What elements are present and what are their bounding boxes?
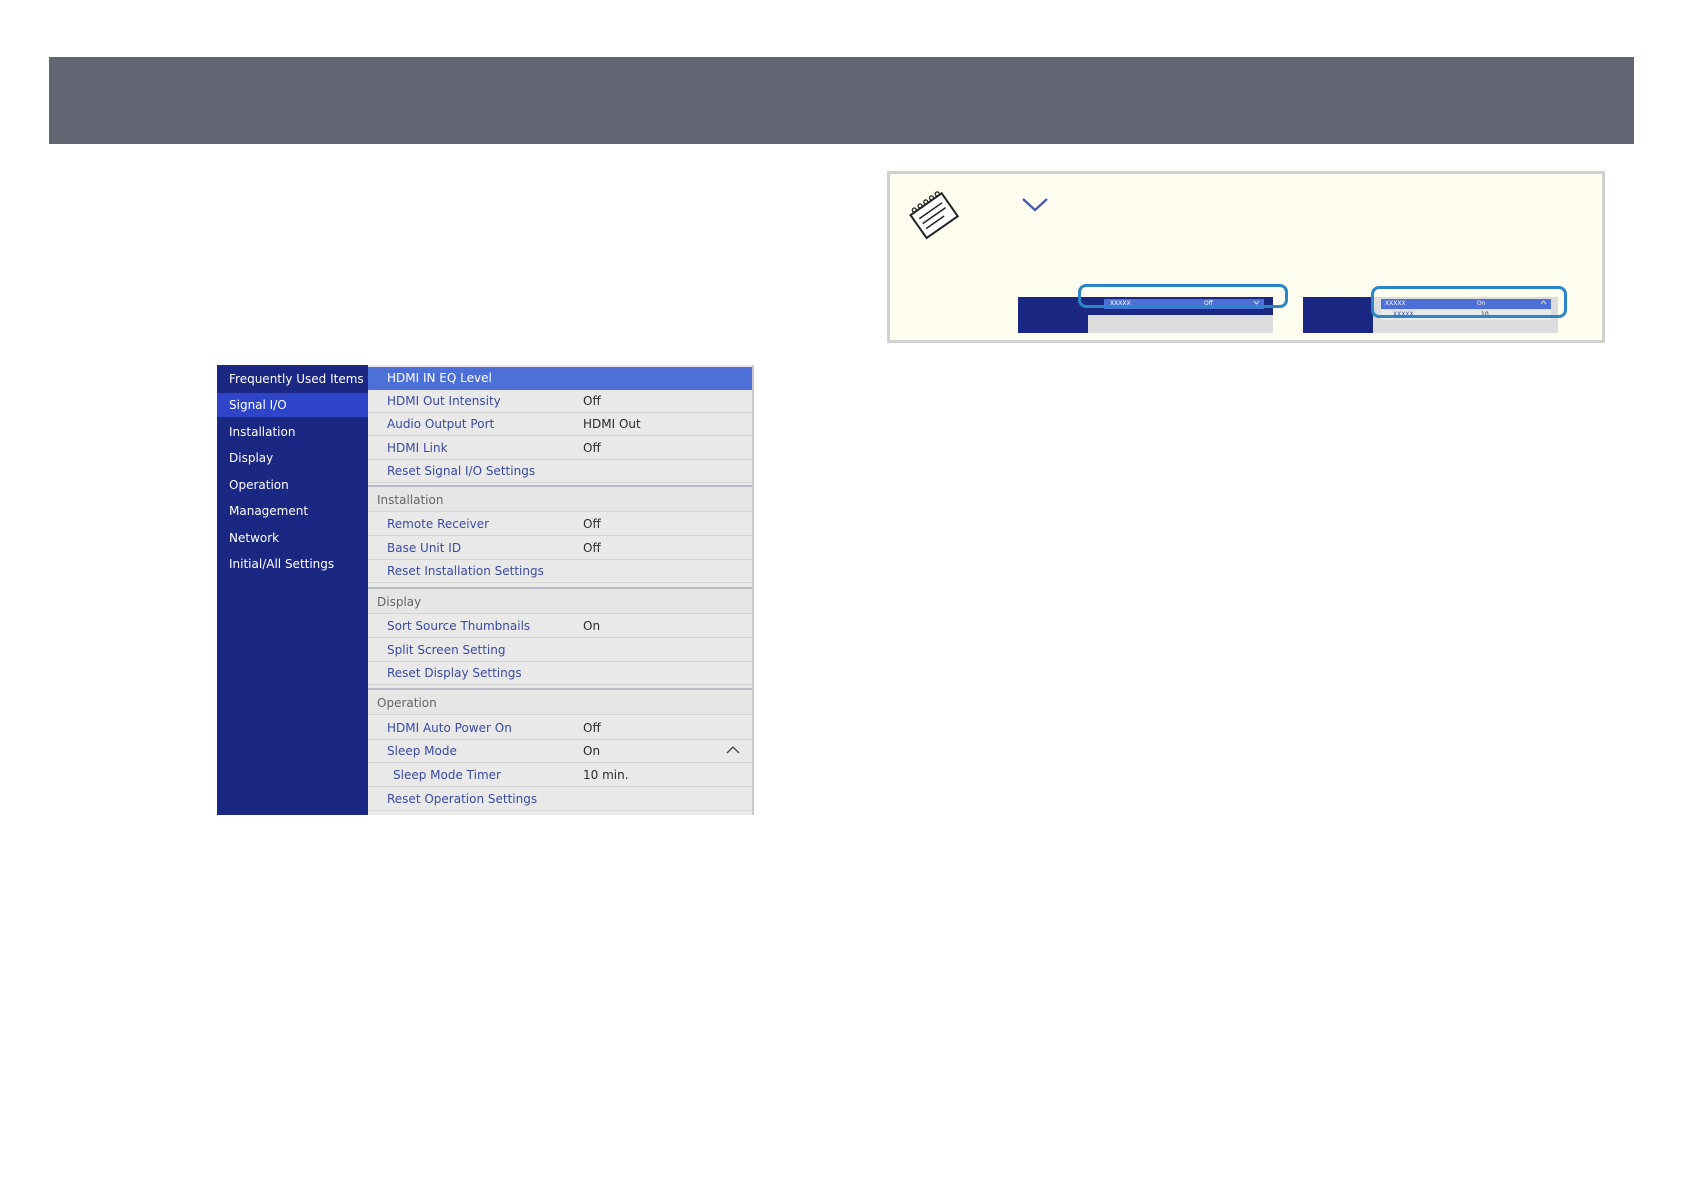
highlight-ring	[1371, 286, 1567, 318]
menu-row-value: Off	[583, 441, 601, 455]
sidebar-item-network[interactable]: Network	[217, 526, 368, 550]
menu-row-value: HDMI Out	[583, 417, 641, 431]
menu-row-value: 10 min.	[583, 768, 629, 782]
sidebar-item-management[interactable]: Management	[217, 499, 368, 523]
menu-row-hdmi-link[interactable]: HDMI Link Off	[368, 437, 752, 460]
menu-row-base-unit-id[interactable]: Base Unit ID Off	[368, 537, 752, 560]
sidebar-item-signal-io[interactable]: Signal I/O	[217, 393, 368, 417]
menu-row-sleep-mode-timer[interactable]: Sleep Mode Timer 10 min.	[368, 764, 752, 787]
section-header-installation: Installation	[368, 485, 752, 512]
menu-row-label: HDMI Link	[387, 441, 448, 455]
note-box: XXXXX Off XXXXX On XXXXX 10	[887, 171, 1605, 343]
menu-row-split-screen-setting[interactable]: Split Screen Setting	[368, 639, 752, 662]
highlight-ring	[1078, 284, 1288, 308]
menu-row-value: Off	[583, 721, 601, 735]
menu-row-reset-display[interactable]: Reset Display Settings	[368, 662, 752, 685]
menu-row-reset-installation[interactable]: Reset Installation Settings	[368, 560, 752, 583]
menu-row-label: Reset Operation Settings	[387, 792, 538, 806]
memo-pad-icon	[904, 188, 962, 244]
menu-row-label: Base Unit ID	[387, 541, 462, 555]
menu-row-label: Split Screen Setting	[387, 643, 506, 657]
menu-row-reset-signal-io[interactable]: Reset Signal I/O Settings	[368, 460, 752, 483]
menu-row-value: Off	[583, 517, 601, 531]
sidebar-item-installation[interactable]: Installation	[217, 420, 368, 444]
menu-row-remote-receiver[interactable]: Remote Receiver Off	[368, 513, 752, 536]
menu-row-label: HDMI Out Intensity	[387, 394, 501, 408]
menu-row-hdmi-auto-power-on[interactable]: HDMI Auto Power On Off	[368, 717, 752, 740]
section-header-display: Display	[368, 587, 752, 614]
chevron-down-icon	[1020, 196, 1050, 218]
menu-row-label: Sleep Mode	[387, 744, 457, 758]
menu-row-label: Sort Source Thumbnails	[387, 619, 531, 633]
menu-row-reset-operation[interactable]: Reset Operation Settings	[368, 788, 752, 811]
menu-row-hdmi-out-intensity[interactable]: HDMI Out Intensity Off	[368, 390, 752, 413]
menu-main-panel: HDMI IN EQ Level HDMI Out Intensity Off …	[368, 365, 754, 815]
menu-row-label: Reset Signal I/O Settings	[387, 464, 536, 478]
menu-row-value: On	[583, 619, 601, 633]
chevron-up-icon[interactable]	[726, 740, 740, 763]
section-header-operation: Operation	[368, 688, 752, 715]
thumb-sidebar	[1303, 297, 1373, 333]
menu-row-sort-source-thumbnails[interactable]: Sort Source Thumbnails On	[368, 615, 752, 638]
sidebar-item-display[interactable]: Display	[217, 446, 368, 470]
menu-row-label: Reset Installation Settings	[387, 564, 544, 578]
menu-sidebar: Frequently Used Items Signal I/O Install…	[217, 365, 368, 815]
sidebar-item-initial-all-settings[interactable]: Initial/All Settings	[217, 552, 368, 576]
menu-row-label: Remote Receiver	[387, 517, 490, 531]
menu-row-value: Off	[583, 394, 601, 408]
menu-row-label: HDMI IN EQ Level	[387, 371, 492, 385]
menu-row-value: On	[583, 744, 601, 758]
menu-row-sleep-mode[interactable]: Sleep Mode On	[368, 740, 752, 763]
menu-row-hdmi-in-eq-level[interactable]: HDMI IN EQ Level	[368, 367, 752, 390]
sidebar-item-operation[interactable]: Operation	[217, 473, 368, 497]
menu-row-label: Sleep Mode Timer	[393, 768, 501, 782]
settings-menu: Frequently Used Items Signal I/O Install…	[217, 365, 754, 815]
menu-row-label: HDMI Auto Power On	[387, 721, 512, 735]
menu-row-label: Reset Display Settings	[387, 666, 522, 680]
menu-row-label: Audio Output Port	[387, 417, 495, 431]
header-band	[49, 57, 1634, 144]
menu-row-value: Off	[583, 541, 601, 555]
menu-row-audio-output-port[interactable]: Audio Output Port HDMI Out	[368, 413, 752, 436]
sidebar-item-frequently-used[interactable]: Frequently Used Items	[217, 367, 368, 391]
